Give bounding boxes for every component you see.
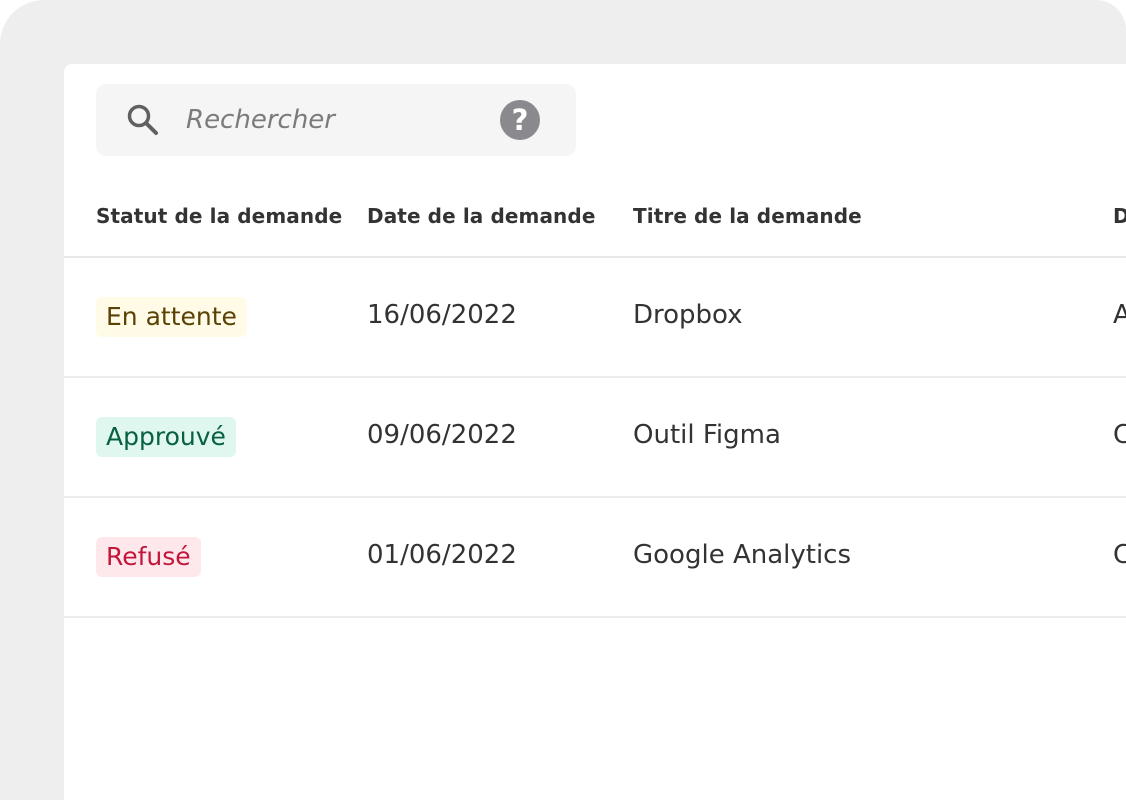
column-header-date[interactable]: Date de la demande bbox=[367, 204, 595, 228]
truncated-cell: A bbox=[1113, 300, 1126, 330]
search-input[interactable]: Rechercher bbox=[186, 104, 335, 136]
request-date: 01/06/2022 bbox=[367, 540, 517, 570]
request-title[interactable]: Google Analytics bbox=[633, 538, 851, 572]
truncated-cell: C bbox=[1113, 540, 1126, 570]
column-header-truncated[interactable]: D bbox=[1113, 204, 1126, 228]
table-row[interactable]: Approuvé 09/06/2022 Outil Figma C bbox=[64, 378, 1126, 498]
status-badge: Approuvé bbox=[96, 417, 236, 457]
search-bar[interactable]: Rechercher ? bbox=[96, 84, 576, 156]
request-list-panel: Rechercher ? Statut de la demande Date d… bbox=[64, 64, 1126, 800]
search-icon bbox=[127, 104, 158, 135]
request-date: 09/06/2022 bbox=[367, 420, 517, 450]
column-header-status[interactable]: Statut de la demande bbox=[96, 204, 342, 228]
status-badge: En attente bbox=[96, 297, 247, 337]
request-title[interactable]: Dropbox bbox=[633, 298, 743, 332]
app-frame: Rechercher ? Statut de la demande Date d… bbox=[0, 0, 1126, 800]
table-row[interactable]: Refusé 01/06/2022 Google Analytics C bbox=[64, 498, 1126, 618]
request-title[interactable]: Outil Figma bbox=[633, 418, 781, 452]
column-header-title[interactable]: Titre de la demande bbox=[633, 204, 862, 228]
status-badge: Refusé bbox=[96, 537, 201, 577]
request-date: 16/06/2022 bbox=[367, 300, 517, 330]
table-header: Statut de la demande Date de la demande … bbox=[64, 184, 1126, 258]
help-icon[interactable]: ? bbox=[500, 100, 540, 140]
truncated-cell: C bbox=[1113, 420, 1126, 450]
table-row[interactable]: En attente 16/06/2022 Dropbox A bbox=[64, 258, 1126, 378]
